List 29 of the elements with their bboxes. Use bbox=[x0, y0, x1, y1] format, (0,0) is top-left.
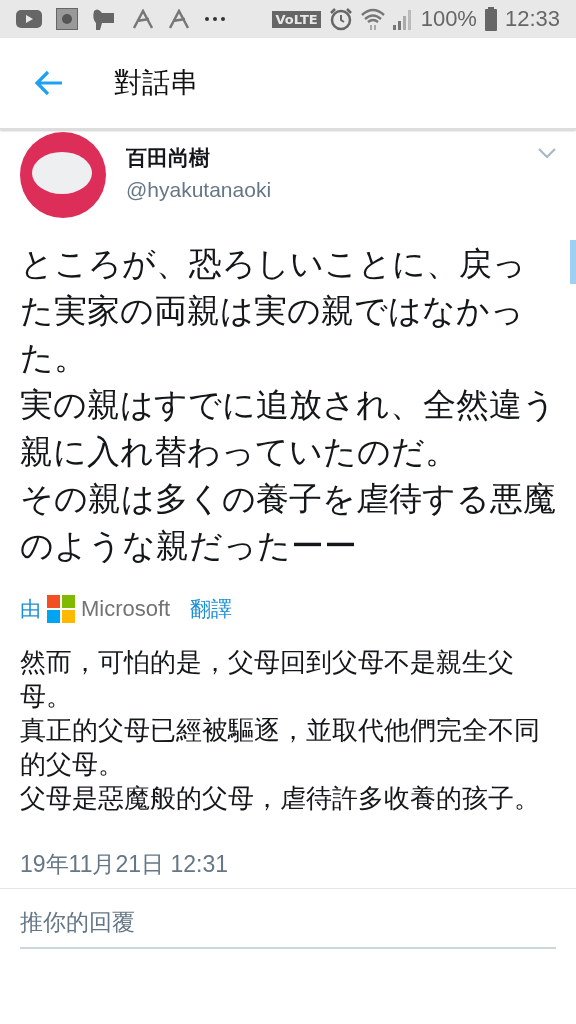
author-name: 百田尚樹 bbox=[126, 145, 211, 172]
microsoft-logo-icon bbox=[47, 595, 75, 623]
author-handle: @hyakutanaoki bbox=[126, 178, 272, 202]
avatar[interactable] bbox=[20, 132, 106, 218]
clock: 12:33 bbox=[504, 6, 560, 32]
tweet-text: ところが、恐ろしいことに、戻った実家の両親は実の親ではなかった。 bbox=[20, 243, 527, 379]
tweet-text: 実の親はすでに追放され、全然違う親に入れ替わっていたのだ。 bbox=[20, 384, 556, 473]
alarm-icon bbox=[328, 7, 353, 31]
chevron-down-icon[interactable] bbox=[538, 148, 556, 159]
translated-text: 父母是惡魔般的父母，虐待許多收養的孩子。 bbox=[20, 782, 540, 815]
signal-icon bbox=[392, 8, 413, 30]
letter-a-icon bbox=[168, 9, 190, 29]
translate-link[interactable]: 翻譯 bbox=[190, 595, 233, 623]
more-icon bbox=[204, 16, 226, 22]
translated-text: 然而，可怕的是，父母回到父母不是親生父母。 bbox=[20, 646, 515, 713]
video-icon bbox=[16, 10, 42, 28]
volte-badge: VoLTE bbox=[272, 10, 321, 28]
scroll-indicator bbox=[570, 240, 576, 284]
translated-text: 真正的父母已經被驅逐，並取代他們完全不同的父母。 bbox=[20, 714, 540, 781]
header-title: 對話串 bbox=[114, 65, 198, 101]
record-icon bbox=[56, 8, 78, 30]
wifi-icon bbox=[360, 7, 385, 31]
battery-percent: 100% bbox=[420, 6, 477, 32]
tweet-timestamp: 19年11月21日 12:31 bbox=[20, 850, 229, 879]
battery-icon bbox=[484, 7, 497, 31]
brand-name: Microsoft bbox=[81, 596, 171, 622]
translated-by-label: 由 bbox=[20, 596, 41, 623]
letter-a-icon bbox=[132, 9, 154, 29]
tweet-text: その親は多くの養子を虐待する悪魔のような親だったーー bbox=[20, 478, 556, 567]
